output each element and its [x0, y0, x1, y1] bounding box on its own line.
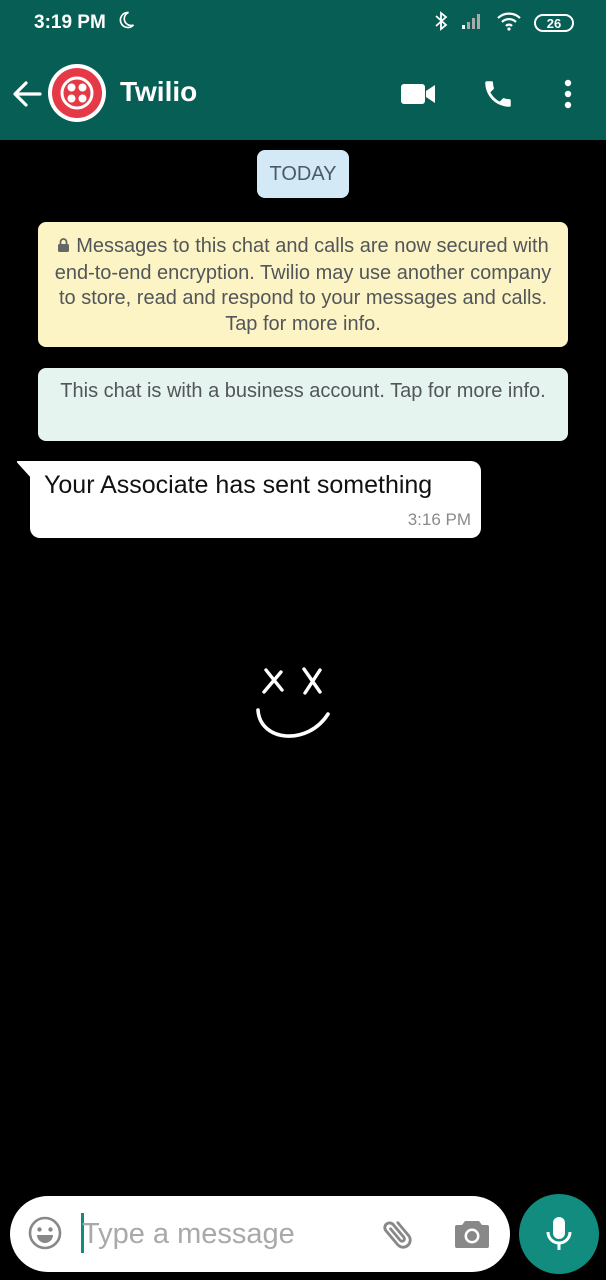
status-bar: 3:19 PM 26	[0, 0, 606, 46]
twilio-logo-icon	[52, 68, 102, 118]
lock-icon	[57, 235, 70, 261]
voice-record-button[interactable]	[519, 1194, 599, 1274]
status-left: 3:19 PM	[34, 10, 136, 36]
chat-header: Twilio	[0, 46, 606, 140]
phone-icon	[485, 81, 511, 107]
attach-button[interactable]	[378, 1214, 418, 1254]
message-text: Your Associate has sent something	[44, 471, 433, 499]
business-notice-text: This chat is with a business account. Ta…	[60, 380, 546, 402]
business-account-notice[interactable]: This chat is with a business account. Ta…	[38, 368, 568, 441]
wifi-icon	[496, 11, 522, 36]
battery-level: 26	[546, 15, 562, 31]
status-right: 26	[434, 10, 574, 36]
moon-icon	[116, 10, 136, 36]
contact-avatar[interactable]	[48, 64, 106, 122]
message-composer	[10, 1196, 510, 1272]
voice-call-button[interactable]	[476, 72, 520, 116]
video-call-icon	[401, 84, 435, 104]
mic-icon	[546, 1217, 572, 1250]
contact-name[interactable]: Twilio	[120, 76, 197, 108]
date-chip: TODAY	[257, 150, 349, 198]
encryption-notice-text: Messages to this chat and calls are now …	[54, 235, 552, 335]
message-input[interactable]	[82, 1210, 362, 1258]
signal-icon	[460, 12, 484, 35]
status-time: 3:19 PM	[34, 12, 106, 33]
message-time: 3:16 PM	[407, 510, 471, 529]
video-call-button[interactable]	[396, 72, 440, 116]
whatsapp-chat-screen: 3:19 PM 26 Twilio TODAY Messages to this…	[0, 0, 606, 1280]
back-button[interactable]	[10, 79, 44, 109]
emoji-icon	[28, 1216, 62, 1250]
incoming-message-bubble[interactable]: Your Associate has sent something 3:16 P…	[16, 461, 481, 538]
back-arrow-icon	[13, 81, 42, 107]
smiley-sticker[interactable]	[250, 660, 340, 750]
battery-icon: 26	[534, 14, 574, 32]
attach-icon	[383, 1221, 412, 1249]
more-options-button[interactable]	[546, 72, 590, 116]
bubble-tail	[16, 461, 32, 479]
emoji-button[interactable]	[26, 1214, 64, 1252]
camera-button[interactable]	[452, 1214, 492, 1254]
chat-area[interactable]: TODAY Messages to this chat and calls ar…	[0, 140, 606, 1190]
camera-icon	[455, 1221, 489, 1248]
bluetooth-icon	[434, 10, 448, 36]
smiley-sticker-icon	[256, 667, 330, 738]
encryption-notice[interactable]: Messages to this chat and calls are now …	[38, 222, 568, 347]
more-vert-icon	[564, 79, 572, 109]
